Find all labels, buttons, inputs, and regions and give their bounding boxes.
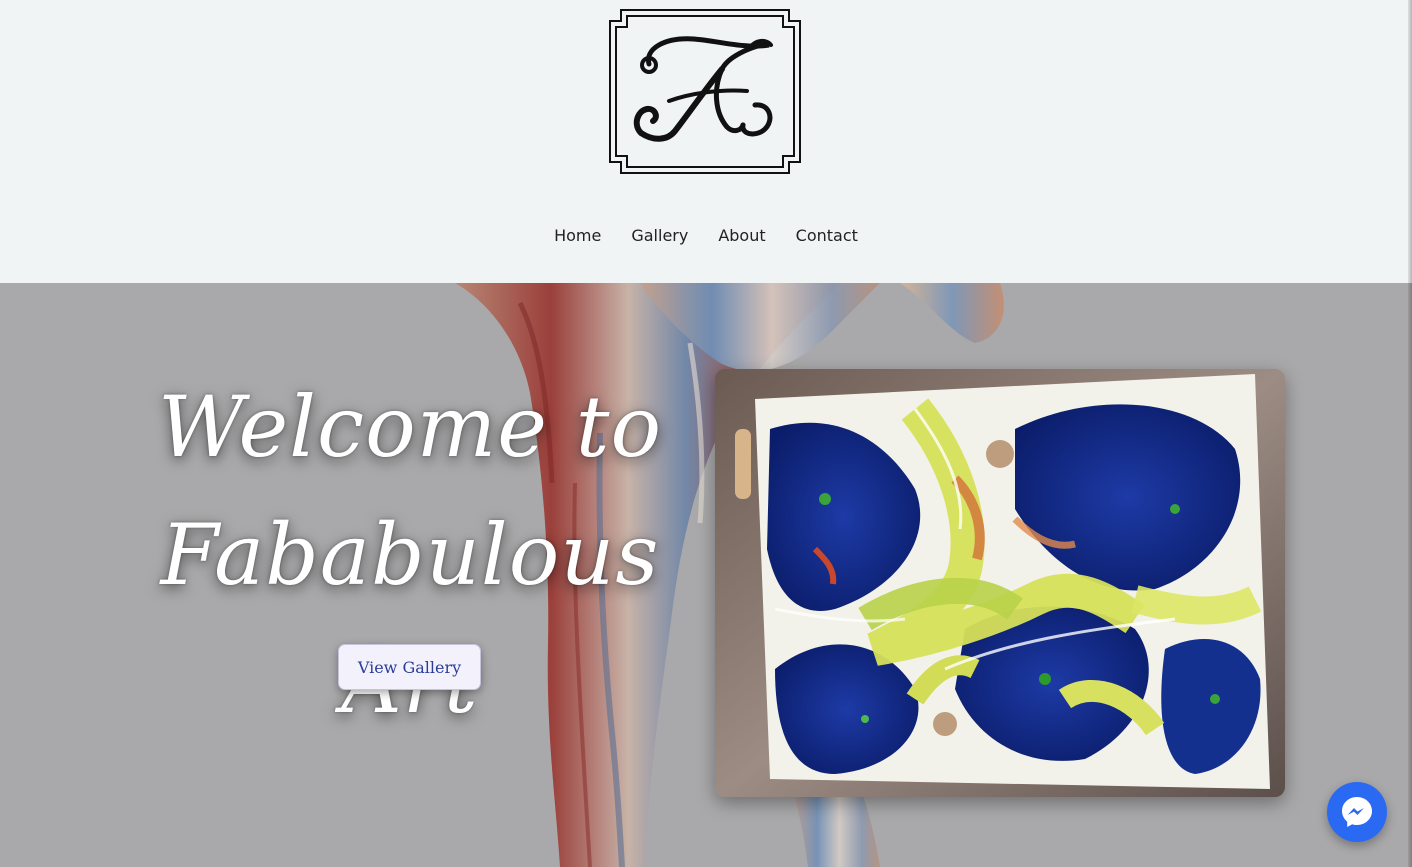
messenger-icon: [1342, 797, 1372, 827]
fluid-pour-painting-image: [715, 369, 1285, 797]
view-gallery-button[interactable]: View Gallery: [338, 644, 481, 690]
nav-about[interactable]: About: [718, 222, 765, 250]
monogram-a-logo: [609, 9, 801, 174]
messenger-chat-button[interactable]: [1327, 782, 1387, 842]
main-nav: Home Gallery About Contact: [0, 222, 1412, 250]
site-header: Home Gallery About Contact: [0, 0, 1412, 283]
hero-title-line-2: Fababulous Art: [160, 506, 660, 732]
nav-home[interactable]: Home: [554, 222, 601, 250]
featured-artwork-image: [715, 369, 1285, 797]
hero-section: Welcome to Fababulous Art View Gallery: [0, 283, 1412, 867]
site-logo[interactable]: [609, 9, 801, 174]
nav-contact[interactable]: Contact: [796, 222, 858, 250]
page-edge-shadow: [1408, 0, 1412, 867]
nav-gallery[interactable]: Gallery: [631, 222, 688, 250]
hero-title-line-1: Welcome to: [157, 378, 663, 476]
